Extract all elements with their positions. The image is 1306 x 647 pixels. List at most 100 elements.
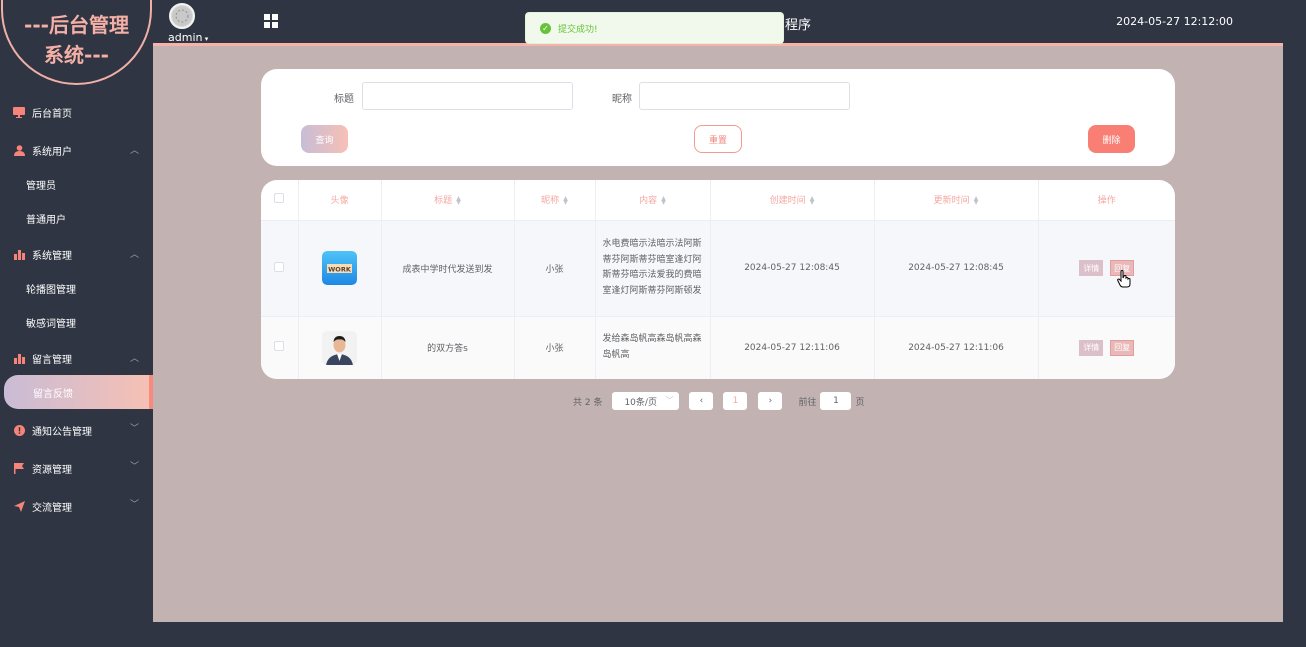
menu-item-exchange-management[interactable]: 交流管理 ﹀	[0, 487, 153, 525]
chevron-down-icon: ﹀	[129, 424, 139, 434]
sort-icon[interactable]: ▲ ▼	[563, 195, 568, 205]
sort-icon[interactable]: ▲ ▼	[456, 195, 461, 205]
nickname-input[interactable]	[639, 82, 850, 110]
delete-button[interactable]: 删除	[1088, 125, 1135, 153]
check-circle-icon: ✓	[540, 22, 551, 34]
chevron-left-icon: ‹	[699, 396, 704, 406]
sidebar: ---后台管理 系统--- 后台首页 系统用户 ︿ 管理员 普通用户 系统管理 …	[0, 0, 153, 647]
bar-chart-icon	[12, 351, 26, 365]
sort-icon[interactable]: ▲ ▼	[661, 195, 666, 205]
logo: ---后台管理 系统---	[0, 0, 153, 86]
col-header-avatar: 头像	[298, 180, 382, 221]
col-header-updated[interactable]: 更新时间 ▲ ▼	[874, 180, 1039, 221]
caret-down-icon: ▾	[202, 35, 209, 43]
select-all-cell[interactable]	[261, 180, 299, 221]
reply-button[interactable]: 回复	[1110, 339, 1135, 356]
row-updated: 2024-05-27 12:11:06	[874, 316, 1039, 379]
menu-item-system-management[interactable]: 系统管理 ︿	[0, 237, 153, 271]
page-number-current[interactable]: 1	[723, 392, 748, 410]
user-icon	[12, 143, 26, 157]
chevron-up-icon: ︿	[129, 146, 139, 156]
flag-icon	[12, 461, 26, 475]
chevron-up-icon: ︿	[129, 250, 139, 260]
row-content: 发给森岛帆高森岛帆高森岛帆高	[595, 316, 711, 379]
monitor-icon	[12, 105, 26, 119]
reset-button[interactable]: 重置	[694, 125, 742, 153]
row-nickname: 小张	[514, 220, 596, 317]
submenu-item-feedback[interactable]: 留言反馈	[4, 375, 153, 409]
menu-item-message-management[interactable]: 留言管理 ︿	[0, 341, 153, 375]
chevron-right-icon: ›	[768, 396, 773, 406]
table-row: WORK 成表中学时代发送到发 小张 水电费暗示法暗示法阿斯蒂芬阿斯蒂芬暗室逢灯…	[261, 220, 1175, 317]
menu-label: 系统用户	[32, 146, 72, 158]
avatar[interactable]	[169, 3, 195, 29]
row-updated: 2024-05-27 12:08:45	[874, 220, 1039, 317]
col-header-created[interactable]: 创建时间 ▲ ▼	[710, 180, 875, 221]
select-all-checkbox[interactable]	[274, 193, 285, 204]
col-header-title[interactable]: 标题 ▲ ▼	[381, 180, 515, 221]
pagination: 共 2 条 10条/页 ﹀ ‹ 1 › 前往 1 页	[573, 392, 864, 410]
feedback-table: 头像 标题 ▲ ▼ 昵称 ▲ ▼ 内容 ▲ ▼ 创建时间 ▲ ▼ 更新时间 ▲ ▼ 操作	[261, 180, 1175, 379]
col-header-nickname[interactable]: 昵称 ▲ ▼	[514, 180, 596, 221]
row-title: 成表中学时代发送到发	[381, 220, 515, 317]
logo-line1: ---后台管理	[24, 13, 129, 37]
col-header-actions: 操作	[1038, 180, 1175, 221]
menu-item-resource-management[interactable]: 资源管理 ﹀	[0, 449, 153, 487]
hand-cursor-icon	[1117, 270, 1131, 288]
toast-message: 提交成功!	[558, 24, 598, 35]
prev-page-button[interactable]: ‹	[689, 392, 714, 410]
submenu-item-normal-users[interactable]: 普通用户	[0, 201, 153, 235]
chevron-up-icon: ︿	[129, 354, 139, 364]
nickname-label: 昵称	[612, 94, 632, 105]
table-header-row: 头像 标题 ▲ ▼ 昵称 ▲ ▼ 内容 ▲ ▼ 创建时间 ▲ ▼ 更新时间 ▲ ▼ 操作	[261, 180, 1175, 221]
chevron-down-icon: ﹀	[129, 500, 139, 510]
send-icon	[12, 499, 26, 513]
submenu-item-sensitive-words[interactable]: 敏感词管理	[0, 305, 153, 339]
row-avatar-image: WORK	[322, 251, 357, 285]
menu-item-home[interactable]: 后台首页	[0, 95, 153, 129]
row-title: 的双方答s	[381, 316, 515, 379]
row-checkbox[interactable]	[274, 261, 285, 272]
submenu-item-admins[interactable]: 管理员	[0, 167, 153, 201]
menu-item-notice-management[interactable]: 通知公告管理 ﹀	[0, 411, 153, 449]
menu-label: 交流管理	[32, 502, 72, 514]
total-count: 共 2 条	[573, 397, 603, 408]
goto-label: 前往	[798, 397, 817, 408]
menu-label: 通知公告管理	[32, 426, 92, 438]
menu-item-system-users[interactable]: 系统用户 ︿	[0, 133, 153, 167]
detail-button[interactable]: 详情	[1079, 339, 1104, 356]
table-row: 的双方答s 小张 发给森岛帆高森岛帆高森岛帆高 2024-05-27 12:11…	[261, 316, 1175, 379]
search-form: 标题 昵称 查询 重置 删除	[261, 69, 1175, 166]
sidebar-menu: 后台首页 系统用户 ︿ 管理员 普通用户 系统管理 ︿ 轮播图管理 敏感词管理 …	[0, 95, 153, 525]
menu-label: 资源管理	[32, 464, 72, 476]
row-created: 2024-05-27 12:08:45	[710, 220, 875, 317]
row-nickname: 小张	[514, 316, 596, 379]
sort-icon[interactable]: ▲ ▼	[810, 195, 815, 205]
logo-line2: 系统---	[44, 43, 109, 67]
title-input[interactable]	[362, 82, 573, 110]
alert-icon	[12, 423, 26, 437]
row-avatar-image	[322, 330, 357, 365]
svg-text:WORK: WORK	[328, 266, 352, 274]
query-button[interactable]: 查询	[301, 125, 348, 153]
sort-icon[interactable]: ▲ ▼	[974, 195, 979, 205]
chevron-down-icon: ﹀	[129, 462, 139, 472]
next-page-button[interactable]: ›	[758, 392, 783, 410]
page-suffix: 页	[855, 397, 865, 408]
menu-label: 系统管理	[32, 250, 72, 262]
system-title: 程序	[785, 18, 812, 33]
page-size-select[interactable]: 10条/页 ﹀	[612, 392, 680, 410]
detail-button[interactable]: 详情	[1079, 260, 1104, 276]
row-checkbox[interactable]	[274, 341, 285, 351]
main-content: 标题 昵称 查询 重置 删除 头像 标题 ▲ ▼ 昵称 ▲ ▼ 内容 ▲ ▼ 创建时间 ▲ ▼ …	[153, 46, 1283, 622]
submenu-item-carousel[interactable]: 轮播图管理	[0, 271, 153, 305]
grid-menu-icon[interactable]	[264, 14, 278, 28]
bar-chart-icon	[12, 247, 26, 261]
chevron-down-icon: ﹀	[665, 396, 674, 405]
menu-label: 留言管理	[32, 354, 72, 366]
col-header-content[interactable]: 内容 ▲ ▼	[595, 180, 711, 221]
title-label: 标题	[334, 94, 354, 105]
user-menu-trigger[interactable]: admin ▾	[168, 31, 208, 44]
goto-page-input[interactable]: 1	[820, 392, 852, 410]
username: admin	[168, 31, 203, 44]
